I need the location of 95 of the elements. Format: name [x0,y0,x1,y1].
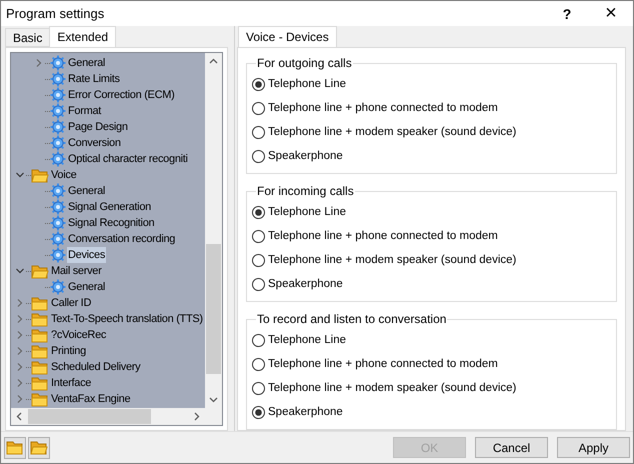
tree-item[interactable]: Voice [50,167,78,183]
radio-button[interactable] [252,206,265,218]
tree-item[interactable]: Page Design [67,119,129,135]
group-title: To record and listen to conversation [256,312,448,326]
folder-button[interactable] [28,436,50,458]
gear-icon [50,135,66,151]
option-label: Telephone line + phone connected to modem [268,102,498,114]
radio-button[interactable] [252,278,265,290]
gear-icon [50,215,66,231]
tree-item[interactable]: VentaFax Engine [50,391,132,407]
folder-button[interactable] [4,436,26,458]
dialog-button[interactable]: Cancel [475,437,548,458]
folder-icon [31,376,49,390]
folder-icon [31,360,49,374]
gear-icon [50,71,66,87]
option-label: Telephone line + modem speaker (sound device) [268,126,516,138]
tree-item[interactable]: Signal Generation [67,199,152,215]
tree-item[interactable]: General [67,55,106,71]
tree-item[interactable]: Caller ID [50,295,92,311]
expander-icon[interactable] [16,299,24,307]
tab[interactable]: Voice - Devices [238,26,337,47]
tree-item[interactable]: Error Correction (ECM) [67,87,176,103]
radio-button[interactable] [252,126,265,138]
folder-icon [31,312,49,326]
tree-item[interactable]: Printing [50,343,87,359]
option-label: Telephone line + modem speaker (sound device) [268,382,516,394]
expander-icon[interactable] [16,315,24,323]
gear-icon [50,247,66,263]
radio-button[interactable] [252,230,265,242]
option-label: Telephone Line [268,78,346,90]
scrollbar-thumb[interactable] [206,244,221,374]
help-button[interactable]: ? [545,1,589,26]
folder-icon [31,328,49,342]
folder-icon [31,264,49,278]
option-label: Telephone line + phone connected to modem [268,230,498,242]
tree-item[interactable]: General [67,183,106,199]
gear-icon [50,199,66,215]
tree-item[interactable]: Scheduled Delivery [50,359,142,375]
expander-icon[interactable] [16,267,24,275]
radio-button[interactable] [252,254,265,266]
expander-icon[interactable] [16,395,24,403]
radio-button[interactable] [252,334,265,346]
expander-icon[interactable] [16,379,24,387]
tab[interactable]: Basic [5,28,50,47]
expander-icon[interactable] [16,363,24,371]
radio-button[interactable] [252,382,265,394]
tab[interactable]: Extended [49,26,116,47]
tree-item[interactable]: Conversation recording [67,231,176,247]
gear-icon [50,151,66,167]
tree-item[interactable]: Optical character recogniti [67,151,189,167]
option-label: Telephone line + phone connected to modem [268,358,498,370]
gear-icon [50,183,66,199]
folder-icon [31,168,49,182]
radio-button[interactable] [252,406,265,418]
option-label: Telephone Line [268,334,346,346]
tree-item[interactable]: Interface [50,375,92,391]
gear-icon [50,87,66,103]
option-label: Speakerphone [268,150,343,162]
tree-item[interactable]: Devices [67,247,106,263]
tree-item[interactable]: Rate Limits [67,71,121,87]
close-button[interactable]: × [589,1,633,26]
gear-icon [50,55,66,71]
radio-button[interactable] [252,358,265,370]
folder-icon [31,296,49,310]
expander-icon[interactable] [16,171,24,179]
option-label: Speakerphone [268,278,343,290]
tree-item[interactable]: Mail server [50,263,102,279]
radio-button[interactable] [252,150,265,162]
folder-icon [30,440,48,455]
option-label: Telephone line + modem speaker (sound device) [268,254,516,266]
option-label: Telephone Line [268,206,346,218]
gear-icon [50,231,66,247]
tree-item[interactable]: Signal Recognition [67,215,156,231]
tree-item[interactable]: Conversion [67,135,122,151]
tree-item[interactable]: Text-To-Speech translation (TTS) [50,311,204,327]
radio-button[interactable] [252,102,265,114]
gear-icon [50,119,66,135]
folder-icon [31,392,49,406]
dialog-button[interactable]: Apply [557,437,630,458]
tree-item[interactable]: ?cVoiceRec [50,327,108,343]
expander-icon[interactable] [16,347,24,355]
group-title: For incoming calls [256,184,355,198]
radio-button[interactable] [252,78,265,90]
tree-item[interactable]: General [67,279,106,295]
expander-icon[interactable] [16,331,24,339]
expander-icon[interactable] [35,59,43,67]
tree-item[interactable]: Format [67,103,102,119]
option-label: Speakerphone [268,406,343,418]
scrollbar-thumb[interactable] [28,409,151,424]
gear-icon [50,103,66,119]
folder-icon [6,440,24,455]
gear-icon [50,279,66,295]
window-title: Program settings [6,6,106,21]
folder-icon [31,344,49,358]
group-title: For outgoing calls [256,56,353,70]
